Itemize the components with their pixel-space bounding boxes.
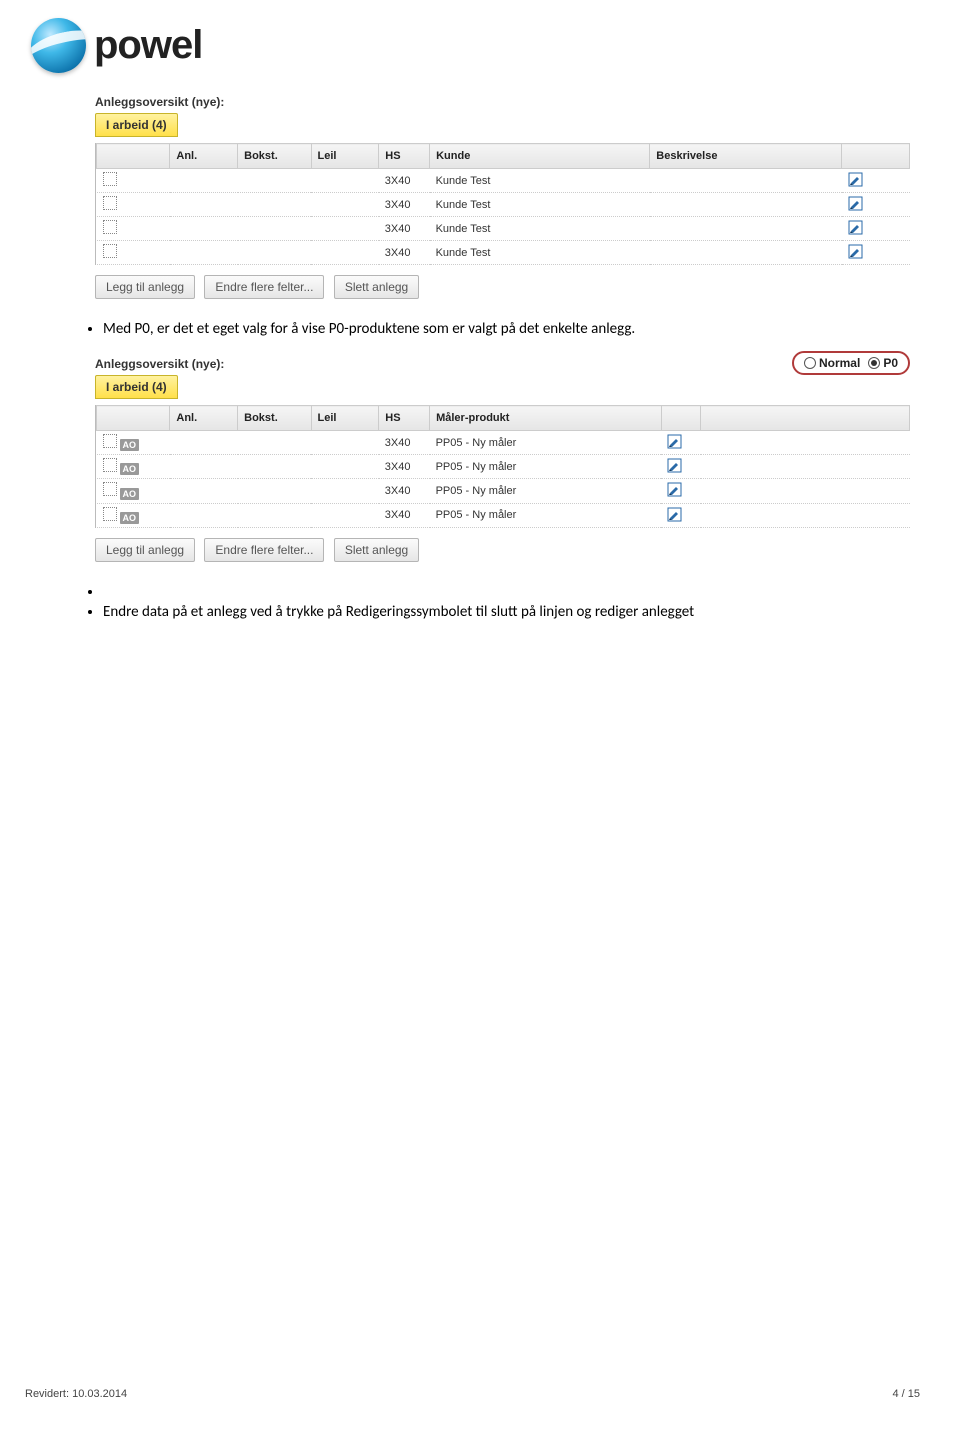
cell-kunde: Kunde Test <box>430 193 650 217</box>
row-checkbox[interactable] <box>103 434 117 448</box>
cell-maler-produkt: PP05 - Ny måler <box>430 431 661 455</box>
cell-hs: 3X40 <box>379 217 430 241</box>
col2-hs[interactable]: HS <box>379 406 430 431</box>
col2-bokst[interactable]: Bokst. <box>238 406 311 431</box>
row-checkbox[interactable] <box>103 220 117 234</box>
table-row: 3X40Kunde Test <box>97 241 910 265</box>
legg-til-anlegg-button[interactable]: Legg til anlegg <box>95 275 195 299</box>
cell-kunde: Kunde Test <box>430 241 650 265</box>
radio-p0[interactable]: P0 <box>868 356 898 370</box>
col2-anl[interactable]: Anl. <box>170 406 238 431</box>
table-row: 3X40Kunde Test <box>97 217 910 241</box>
table-row: AO 3X40PP05 - Ny måler <box>97 479 910 503</box>
endre-flere-felter-button-2[interactable]: Endre flere felter... <box>204 538 324 562</box>
panel2-title: Anleggsoversikt (nye): <box>95 357 910 371</box>
edit-icon[interactable] <box>848 220 862 234</box>
cell-hs: 3X40 <box>379 479 430 503</box>
col-kunde[interactable]: Kunde <box>430 144 650 169</box>
page-number: 4 / 15 <box>892 1388 920 1400</box>
edit-icon[interactable] <box>667 507 681 521</box>
edit-icon[interactable] <box>667 458 681 472</box>
logo-globe-icon <box>31 18 86 73</box>
table-row: 3X40Kunde Test <box>97 169 910 193</box>
slett-anlegg-button[interactable]: Slett anlegg <box>334 275 419 299</box>
edit-icon[interactable] <box>848 172 862 186</box>
footer-revised: Revidert: 10.03.2014 <box>25 1388 127 1400</box>
col-leil[interactable]: Leil <box>311 144 379 169</box>
cell-hs: 3X40 <box>379 193 430 217</box>
ao-badge: AO <box>120 512 140 524</box>
panel2-tab[interactable]: I arbeid (4) <box>95 375 178 399</box>
edit-icon[interactable] <box>848 244 862 258</box>
col2-checkbox <box>97 406 170 431</box>
col-checkbox <box>97 144 170 169</box>
cell-kunde: Kunde Test <box>430 169 650 193</box>
row-checkbox[interactable] <box>103 172 117 186</box>
col-bokst[interactable]: Bokst. <box>238 144 311 169</box>
row-checkbox[interactable] <box>103 482 117 496</box>
logo-text: powel <box>94 23 202 68</box>
ao-badge: AO <box>120 463 140 475</box>
col-hs[interactable]: HS <box>379 144 430 169</box>
table-row: AO 3X40PP05 - Ny måler <box>97 431 910 455</box>
col-actions <box>842 144 910 169</box>
cell-hs: 3X40 <box>379 431 430 455</box>
row-checkbox[interactable] <box>103 196 117 210</box>
cell-hs: 3X40 <box>379 241 430 265</box>
cell-maler-produkt: PP05 - Ny måler <box>430 479 661 503</box>
logo: powel <box>31 18 920 73</box>
panel1-tab[interactable]: I arbeid (4) <box>95 113 178 137</box>
view-mode-toggle[interactable]: Normal P0 <box>792 351 910 375</box>
radio-normal[interactable]: Normal <box>804 356 860 370</box>
col-anl[interactable]: Anl. <box>170 144 238 169</box>
edit-icon[interactable] <box>667 482 681 496</box>
table-row: AO 3X40PP05 - Ny måler <box>97 503 910 527</box>
col2-edit <box>661 406 701 431</box>
col2-leil[interactable]: Leil <box>311 406 379 431</box>
col2-maler[interactable]: Måler-produkt <box>430 406 661 431</box>
panel2-table: Anl. Bokst. Leil HS Måler-produkt AO 3X40… <box>95 405 910 527</box>
cell-hs: 3X40 <box>379 169 430 193</box>
legg-til-anlegg-button-2[interactable]: Legg til anlegg <box>95 538 195 562</box>
col-besk[interactable]: Beskrivelse <box>650 144 842 169</box>
row-checkbox[interactable] <box>103 458 117 472</box>
ao-badge: AO <box>120 439 140 451</box>
edit-icon[interactable] <box>848 196 862 210</box>
cell-kunde: Kunde Test <box>430 217 650 241</box>
table-row: AO 3X40PP05 - Ny måler <box>97 455 910 479</box>
bullet-paragraph-1: Med P0, er det et eget valg for å vise P… <box>81 319 920 339</box>
bullet-paragraph-2: Endre data på et anlegg ved å trykke på … <box>81 582 920 623</box>
row-checkbox[interactable] <box>103 244 117 258</box>
row-checkbox[interactable] <box>103 507 117 521</box>
table-row: 3X40Kunde Test <box>97 193 910 217</box>
edit-icon[interactable] <box>667 434 681 448</box>
cell-hs: 3X40 <box>379 503 430 527</box>
slett-anlegg-button-2[interactable]: Slett anlegg <box>334 538 419 562</box>
panel1-buttons: Legg til anlegg Endre flere felter... Sl… <box>95 275 910 299</box>
panel1-title: Anleggsoversikt (nye): <box>95 95 910 109</box>
panel2-buttons: Legg til anlegg Endre flere felter... Sl… <box>95 538 910 562</box>
endre-flere-felter-button[interactable]: Endre flere felter... <box>204 275 324 299</box>
col2-spare <box>701 406 910 431</box>
cell-hs: 3X40 <box>379 455 430 479</box>
cell-maler-produkt: PP05 - Ny måler <box>430 455 661 479</box>
cell-maler-produkt: PP05 - Ny måler <box>430 503 661 527</box>
ao-badge: AO <box>120 488 140 500</box>
panel1-table: Anl. Bokst. Leil HS Kunde Beskrivelse 3X… <box>95 143 910 265</box>
